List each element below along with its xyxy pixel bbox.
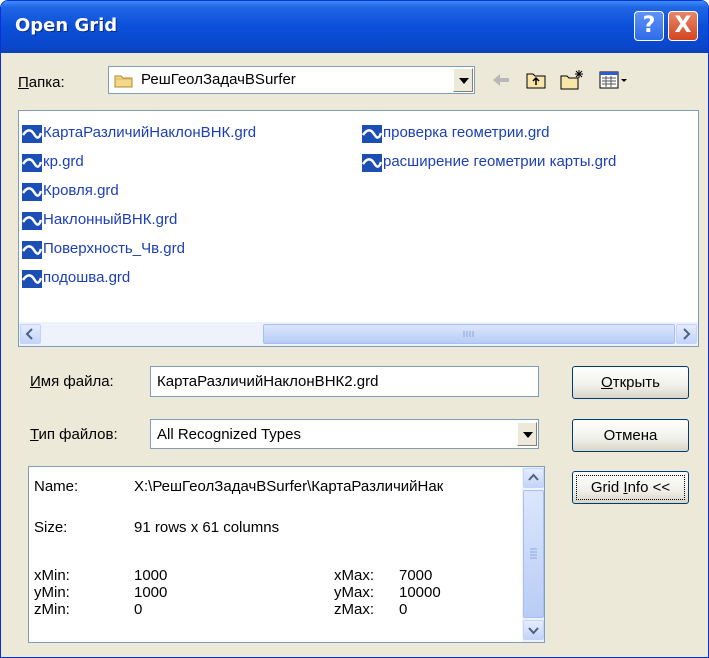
filename-input[interactable]: КартаРазличийНаклонВНК2.grd [150, 366, 539, 397]
vertical-scrollbar[interactable] [522, 467, 544, 642]
open-button[interactable]: Открыть [572, 366, 689, 399]
info-zmin-value: 0 [134, 601, 143, 618]
grid-file-icon [22, 183, 42, 201]
file-name: НаклонныйВНК.grd [43, 211, 178, 228]
grid-file-icon [22, 270, 42, 288]
folder-select[interactable]: РешГеолЗадачBSurfer [108, 66, 475, 94]
file-list[interactable]: КартаРазличийНаклонВНК.grd кр.grd Кровля… [18, 110, 699, 347]
close-icon[interactable]: X [668, 11, 698, 41]
folder-value: РешГеолЗадачBSurfer [141, 71, 296, 88]
grid-info-panel: Name: X:\РешГеолЗадачBSurfer\КартаРазлич… [28, 466, 545, 643]
folder-dropdown-button[interactable] [453, 68, 473, 92]
folder-label: Папка: [18, 74, 65, 91]
info-ymin-value: 1000 [134, 584, 168, 601]
filename-value: КартаРазличийНаклонВНК2.grd [157, 373, 379, 390]
grid-info-button[interactable]: Grid Info << [572, 471, 689, 504]
info-xmin-value: 1000 [134, 567, 168, 584]
info-xmax-value: 7000 [399, 567, 433, 584]
view-menu-icon[interactable] [598, 69, 630, 91]
info-ymax-value: 10000 [399, 584, 441, 601]
grid-file-icon [22, 154, 42, 172]
folder-icon [114, 75, 133, 88]
info-xmax-label: xMax: [334, 567, 375, 584]
file-name: Кровля.grd [43, 182, 119, 199]
scroll-thumb[interactable] [263, 324, 675, 344]
open-grid-dialog: Open Grid ? X Папка: РешГеолЗадачBSurfer… [0, 0, 709, 658]
grid-file-icon [362, 154, 382, 172]
back-arrow-icon[interactable] [490, 69, 512, 91]
info-size-label: Size: [34, 519, 68, 536]
grid-file-icon [22, 212, 42, 230]
grip-icon [530, 548, 537, 559]
grid-file-icon [22, 125, 42, 143]
info-zmax-value: 0 [399, 601, 408, 618]
window-title: Open Grid [15, 15, 118, 36]
scroll-right-button[interactable] [676, 324, 697, 344]
grid-file-icon [22, 241, 42, 259]
chevron-right-icon [683, 328, 691, 340]
scroll-thumb-vertical[interactable] [523, 490, 544, 618]
horizontal-scrollbar[interactable] [19, 322, 698, 346]
file-name: кр.grd [43, 153, 84, 170]
up-folder-icon[interactable] [525, 69, 547, 91]
chevron-down-icon [528, 627, 539, 635]
filetype-label: Тип файлов: [30, 426, 118, 443]
title-bar[interactable]: Open Grid ? X [1, 1, 708, 53]
filetype-value: All Recognized Types [157, 426, 301, 443]
info-xmin-label: xMin: [34, 567, 70, 584]
filename-label: Имя файла: [30, 373, 114, 390]
info-name-label: Name: [34, 478, 79, 495]
file-name: подошва.grd [43, 269, 131, 286]
info-size-value: 91 rows x 61 columns [134, 519, 280, 536]
chevron-up-icon [528, 473, 539, 481]
scroll-down-button[interactable] [523, 620, 544, 640]
grid-file-icon [362, 125, 382, 143]
scroll-left-button[interactable] [20, 324, 41, 344]
filetype-dropdown-button[interactable] [517, 422, 537, 446]
new-folder-icon[interactable] [559, 69, 585, 91]
file-name: КартаРазличийНаклонВНК.grd [43, 124, 257, 141]
cancel-button[interactable]: Отмена [572, 419, 689, 452]
info-ymin-label: yMin: [34, 584, 70, 601]
scroll-up-button[interactable] [523, 468, 544, 488]
filetype-select[interactable]: All Recognized Types [150, 419, 539, 449]
info-ymax-label: yMax: [334, 584, 375, 601]
help-icon[interactable]: ? [634, 11, 664, 41]
file-name: Поверхность_Чв.grd [43, 240, 185, 257]
file-name: проверка геометрии.grd [383, 124, 550, 141]
info-zmax-label: zMax: [334, 601, 375, 618]
file-name: расширение геометрии карты.grd [383, 153, 617, 170]
grip-icon [463, 331, 474, 337]
info-zmin-label: zMin: [34, 601, 70, 618]
info-name-value: X:\РешГеолЗадачBSurfer\КартаРазличийНак [134, 478, 444, 495]
chevron-left-icon [25, 328, 33, 340]
